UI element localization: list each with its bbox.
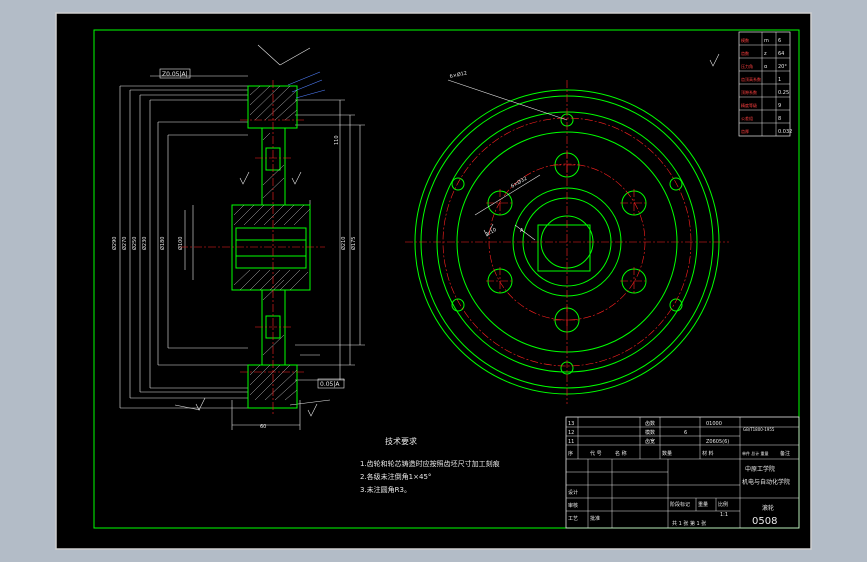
svg-text:A: A (520, 228, 524, 234)
parts-row-1-idx: 13 (568, 421, 574, 427)
parts-row-2-idx: 12 (568, 430, 574, 436)
param-row-3-value: 20° (778, 64, 787, 70)
svg-text:Ø230: Ø230 (141, 237, 148, 250)
param-row-2-value: 64 (778, 51, 784, 57)
param-row-2-label: z (764, 51, 767, 57)
parts-row-1-name: 齿数 (645, 420, 655, 427)
header-name: 名 称 (615, 450, 627, 457)
svg-text:60: 60 (260, 424, 266, 430)
sign-review: 审核 (568, 502, 578, 509)
cad-drawing-viewport[interactable]: Z0.05|A| 0.05|A Ø290 Ø270 Ø250 Ø230 Ø180… (0, 0, 867, 562)
school-name: 中原工学院 (745, 465, 775, 473)
parts-row-3-val: Z0605(6) (706, 439, 729, 445)
header-code: 代 号 (590, 450, 602, 457)
header-material: 材 料 (702, 450, 714, 457)
header-qty: 数量 (662, 450, 672, 457)
parts-row-2-val: 6 (684, 430, 687, 436)
param-row-7-value: 8 (778, 116, 781, 122)
param-row-1-value: 6 (778, 38, 781, 44)
weight-label: 重量 (698, 501, 708, 508)
drawing-number: 0508 (752, 516, 777, 527)
param-row-1-label: m (764, 38, 769, 44)
stage-label: 阶段标记 (670, 501, 690, 508)
svg-text:110: 110 (334, 135, 340, 145)
svg-text:顶隙系数: 顶隙系数 (741, 89, 757, 95)
tolerance-frame-top: Z0.05|A| (162, 71, 188, 78)
svg-text:Ø290: Ø290 (111, 237, 118, 250)
header-seq: 序 (568, 450, 573, 457)
tech-req-title: 技术要求 (385, 436, 417, 446)
svg-text:齿厚: 齿厚 (741, 128, 749, 134)
svg-text:压力角: 压力角 (741, 63, 753, 69)
sign-approve: 批准 (590, 515, 600, 522)
parts-row-3-idx: 11 (568, 439, 574, 445)
parts-row-1-val: 01000 (706, 421, 722, 427)
drawing-canvas (55, 12, 812, 550)
param-row-5-value: 0.25 (778, 90, 789, 96)
tolerance-frame-bottom: 0.05|A (320, 381, 340, 388)
tech-req-item-2: 2.各级未注倒角1×45° (360, 472, 431, 481)
svg-text:Ø270: Ø270 (121, 237, 128, 250)
svg-text:Ø175: Ø175 (350, 237, 357, 250)
param-row-4-value: 1 (778, 77, 781, 83)
scale-label: 比例 (718, 501, 728, 508)
svg-text:精度等级: 精度等级 (741, 102, 757, 108)
svg-text:Ø180: Ø180 (159, 237, 166, 250)
standard-label: GB/T1800-1955 (743, 427, 775, 432)
sign-process: 工艺 (568, 516, 578, 522)
svg-text:Ø100: Ø100 (177, 237, 184, 250)
sheet-text: 共 1 张 第 1 张 (672, 520, 706, 527)
header-weight: 单件 总计 重量 (742, 450, 769, 456)
dept-name: 机电与自动化学院 (742, 478, 790, 486)
svg-text:Ø210: Ø210 (340, 237, 347, 250)
param-row-6-value: 9 (778, 103, 781, 109)
part-name: 滚轮 (762, 504, 774, 512)
svg-text:公差组: 公差组 (741, 115, 753, 121)
param-row-8-value: 0.032 (778, 129, 792, 135)
header-notes: 备注 (780, 450, 790, 457)
parts-row-3-name: 齿宽 (645, 438, 655, 445)
svg-text:模数: 模数 (741, 37, 749, 43)
tech-req-item-3: 3.未注圆角R3。 (360, 485, 411, 494)
parts-row-2-name: 模数 (645, 429, 655, 436)
scale-value: 1:1 (720, 512, 728, 518)
sign-design: 设计 (568, 489, 578, 496)
svg-text:齿顶高系数: 齿顶高系数 (741, 76, 761, 82)
svg-text:Ø250: Ø250 (131, 237, 138, 250)
svg-text:齿数: 齿数 (741, 50, 749, 56)
tech-req-item-1: 1.齿轮和轮芯铸造时应按照齿坯尺寸加工刻痕 (360, 459, 500, 468)
